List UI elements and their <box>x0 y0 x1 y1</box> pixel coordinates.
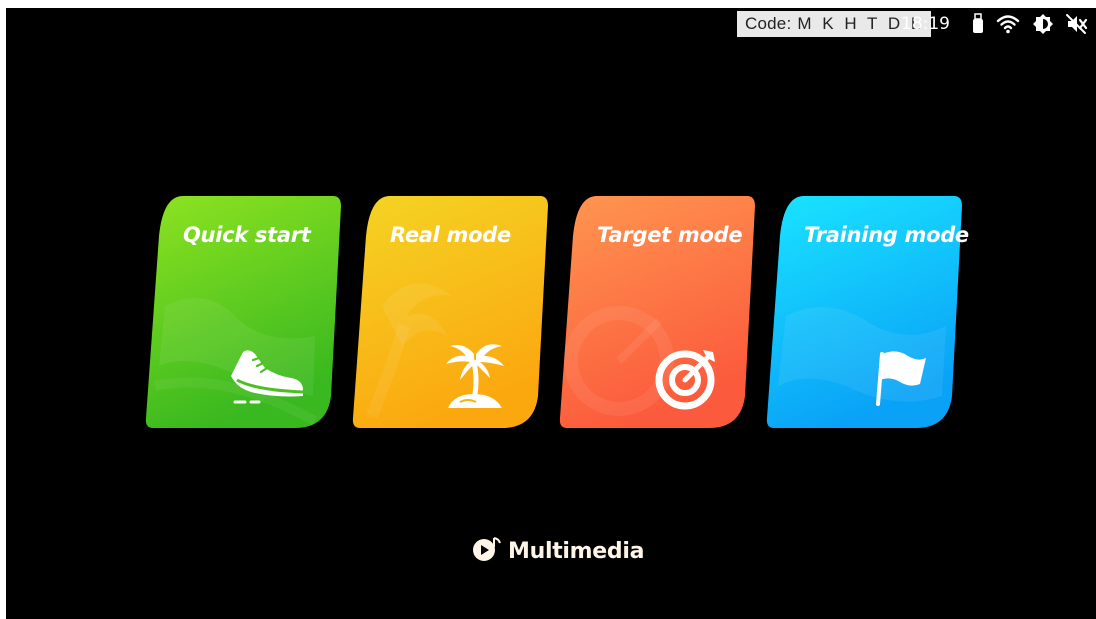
training-mode-label: Training mode <box>804 223 969 247</box>
training-mode-card[interactable]: Training mode <box>766 196 969 428</box>
target-mode-label: Target mode <box>597 223 743 247</box>
shoe-icon <box>225 346 307 413</box>
flag-icon <box>872 346 928 411</box>
multimedia-label: Multimedia <box>508 539 645 564</box>
target-icon <box>655 346 719 415</box>
target-mode-card[interactable]: Target mode <box>559 196 755 428</box>
quick-start-label: Quick start <box>183 223 311 247</box>
multimedia-button[interactable]: Multimedia <box>472 535 644 568</box>
mode-cards: Quick start Real mode Target mode Traini… <box>6 8 1096 619</box>
quick-start-card[interactable]: Quick start <box>145 196 341 428</box>
palm-tree-icon <box>444 340 506 415</box>
app-screen: Code: M K H T D L 18:19 Quick start Real… <box>6 8 1096 619</box>
music-disc-icon <box>472 535 502 568</box>
real-mode-label: Real mode <box>390 223 511 247</box>
real-mode-card[interactable]: Real mode <box>352 196 548 428</box>
